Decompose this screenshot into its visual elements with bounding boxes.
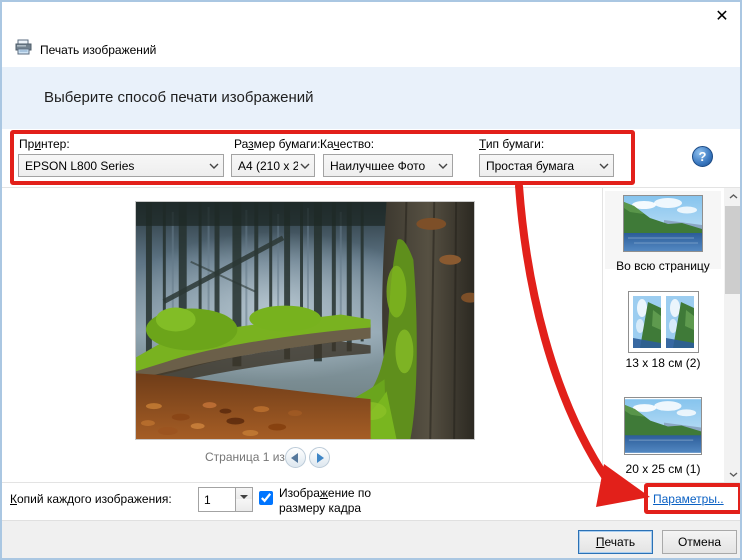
layout-option-label: 20 x 25 см (1) [625, 462, 701, 476]
spin-down-icon[interactable] [236, 495, 252, 514]
sidebar-scrollbar[interactable] [724, 188, 740, 482]
print-pictures-dialog: ✕ Печать изображений Выберите способ печ… [0, 0, 742, 560]
copies-stepper [236, 487, 253, 514]
page-status: Страница 1 из 1 [205, 450, 295, 464]
chevron-down-icon [436, 163, 448, 169]
print-button[interactable]: Печать [578, 530, 653, 554]
chevron-down-icon [207, 163, 219, 169]
paper-type-label: Тип бумаги: [479, 137, 545, 151]
header-prompt: Выберите способ печати изображений [44, 89, 314, 106]
scroll-up-icon[interactable] [724, 188, 740, 204]
sidebar-divider [602, 188, 603, 482]
copies-input[interactable] [198, 487, 236, 512]
fit-to-frame-label: Изображение по размеру кадра [279, 486, 372, 515]
chevron-down-icon [298, 163, 310, 169]
paper-size-label: Размер бумаги: [234, 137, 321, 151]
scrollbar-thumb[interactable] [725, 206, 740, 294]
print-preview-image [135, 201, 475, 440]
layout-option-label: 13 x 18 см (2) [625, 356, 701, 370]
paper-type-value: Простая бумага [486, 158, 575, 173]
printer-options-link[interactable]: Параметры.. [653, 492, 724, 506]
quality-value: Наилучшее Фото [330, 158, 426, 173]
fit-to-frame-checkbox[interactable] [259, 491, 273, 505]
layout-thumbnail [623, 195, 703, 252]
previous-page-button[interactable] [285, 447, 306, 468]
chevron-down-icon [597, 163, 609, 169]
cancel-button[interactable]: Отмена [662, 530, 737, 554]
options-divider [2, 187, 740, 188]
printer-icon [15, 39, 32, 60]
copies-label: Копий каждого изображения: [10, 492, 172, 506]
close-icon[interactable]: ✕ [708, 5, 736, 29]
layout-thumbnail [627, 291, 699, 353]
scroll-down-icon[interactable] [724, 466, 740, 482]
help-icon[interactable]: ? [692, 146, 713, 167]
window-title-row: Печать изображений [15, 39, 156, 60]
back-icon [291, 453, 298, 463]
quality-select[interactable]: Наилучшее Фото [323, 154, 453, 177]
next-page-button[interactable] [309, 447, 330, 468]
content-divider [2, 482, 740, 483]
layout-option-20x25[interactable]: 20 x 25 см (1) [605, 397, 721, 476]
printer-select[interactable]: EPSON L800 Series [18, 154, 224, 177]
footer-bar: Печать Отмена [2, 520, 740, 558]
printer-label: Принтер: [19, 137, 70, 151]
forward-icon [317, 453, 324, 463]
paper-type-select[interactable]: Простая бумага [479, 154, 614, 177]
layout-option-full-page[interactable]: Во всю страницу [605, 191, 721, 273]
layout-thumbnail [624, 397, 702, 455]
layout-option-13x18[interactable]: 13 x 18 см (2) [605, 291, 721, 370]
printer-value: EPSON L800 Series [25, 158, 135, 173]
window-title: Печать изображений [40, 42, 157, 57]
header-band: Выберите способ печати изображений [2, 67, 740, 129]
paper-size-select[interactable]: A4 (210 x 297 [231, 154, 315, 177]
layout-option-label: Во всю страницу [616, 259, 710, 273]
paper-size-value: A4 (210 x 297 [238, 158, 298, 173]
quality-label: Качество: [320, 137, 375, 151]
